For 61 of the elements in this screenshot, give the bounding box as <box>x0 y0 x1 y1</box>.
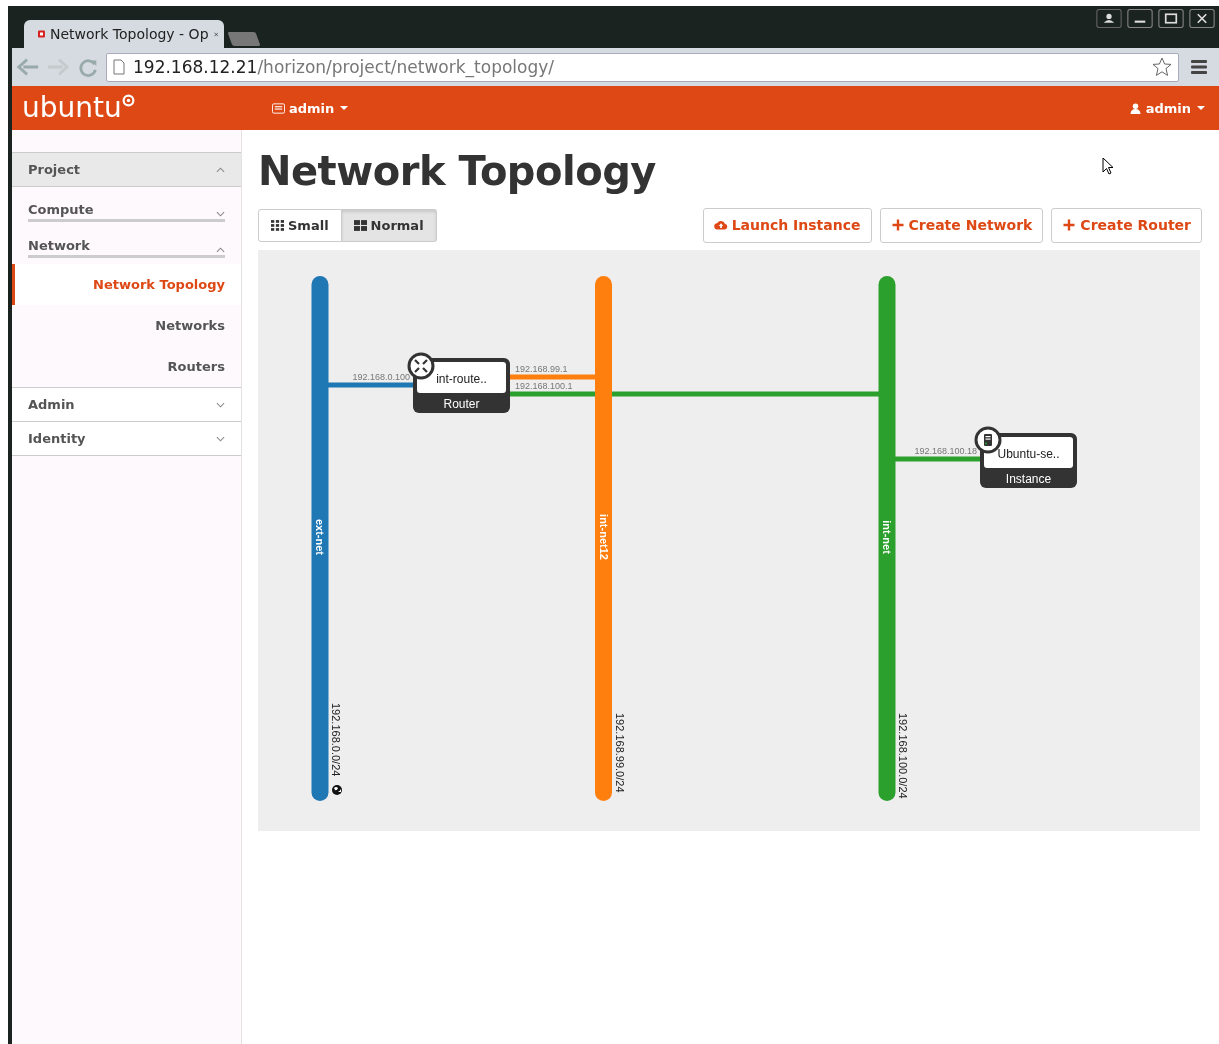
device-type-label: Instance <box>1005 472 1052 486</box>
address-bar[interactable]: 192.168.12.21/horizon/project/network_topology/ <box>106 52 1179 82</box>
network-cidr-label: 192.168.100.0/24 <box>897 713 909 799</box>
action-button[interactable]: Create Router <box>1051 207 1202 243</box>
device-node[interactable] <box>980 433 1077 488</box>
new-tab-button[interactable] <box>227 32 261 46</box>
sidebar-item[interactable]: Network Topology <box>12 264 241 305</box>
network-name: int-net <box>881 520 893 554</box>
view-toggle-button[interactable]: Normal <box>341 208 437 242</box>
star-icon[interactable] <box>1152 57 1172 77</box>
brand-logo-text: ubuntu <box>22 92 122 124</box>
project-icon <box>272 102 285 114</box>
port-ip-label: 192.168.100.1 <box>515 381 573 391</box>
maximize-icon[interactable] <box>1158 9 1184 28</box>
sidebar-section[interactable]: Project <box>12 152 241 187</box>
user-icon <box>1128 102 1142 114</box>
page-icon <box>113 59 125 75</box>
project-menu[interactable]: admin <box>272 100 349 116</box>
user-menu[interactable]: admin <box>1128 100 1205 116</box>
sidebar-item[interactable]: Routers <box>12 346 241 387</box>
profile-icon[interactable] <box>1096 9 1122 28</box>
tab-title: Network Topology - Op <box>49 26 209 42</box>
chevron-icon <box>216 435 225 442</box>
device-name: Ubuntu-se.. <box>997 447 1060 461</box>
browser-tab[interactable]: Network Topology - Op <box>24 20 224 48</box>
cloud-upload-icon <box>713 219 728 231</box>
network-name: int-net12 <box>597 514 610 560</box>
sidebar-section[interactable]: Identity <box>12 421 241 456</box>
network-cidr-label: 192.168.0.0/24 <box>330 703 342 795</box>
plus-icon <box>1062 219 1077 231</box>
action-button[interactable]: Create Network <box>879 207 1044 243</box>
chevron-icon <box>216 401 225 408</box>
circle-logo-icon <box>121 94 135 107</box>
large-grid-icon <box>353 219 367 231</box>
page-title: Network Topology <box>258 148 656 194</box>
device-type-label: Router <box>443 397 480 411</box>
menu-icon[interactable] <box>1191 60 1207 74</box>
mouse-cursor-icon <box>1101 157 1114 175</box>
close-icon[interactable] <box>1189 9 1215 28</box>
port-ip-label: 192.168.99.1 <box>515 364 568 374</box>
chevron-icon <box>216 247 225 253</box>
network-name: ext-net <box>314 518 326 556</box>
grid-icon <box>271 219 284 231</box>
plus-icon <box>890 219 905 231</box>
device-node[interactable] <box>413 358 510 413</box>
chevron-icon <box>216 166 225 173</box>
sidebar-group[interactable]: Compute <box>28 186 225 222</box>
url-path: /horizon/project/network_topology/ <box>257 57 556 77</box>
view-toggle-button[interactable]: Small <box>258 208 342 242</box>
sidebar-section[interactable]: Admin <box>12 387 241 422</box>
port-ip-label: 192.168.0.100 <box>352 372 410 382</box>
network-cidr-label: 192.168.99.0/24 <box>613 713 626 793</box>
sidebar-group[interactable]: Network <box>28 222 225 258</box>
network-bar[interactable] <box>311 276 329 801</box>
port-ip-label: 192.168.100.18 <box>914 446 977 456</box>
url-host: 192.168.12.21 <box>133 57 258 77</box>
sidebar-item[interactable]: Networks <box>12 305 241 346</box>
chevron-icon <box>216 211 225 217</box>
minimize-icon[interactable] <box>1127 9 1153 28</box>
action-button[interactable]: Launch Instance <box>702 207 872 243</box>
device-name: int-route.. <box>436 372 487 386</box>
